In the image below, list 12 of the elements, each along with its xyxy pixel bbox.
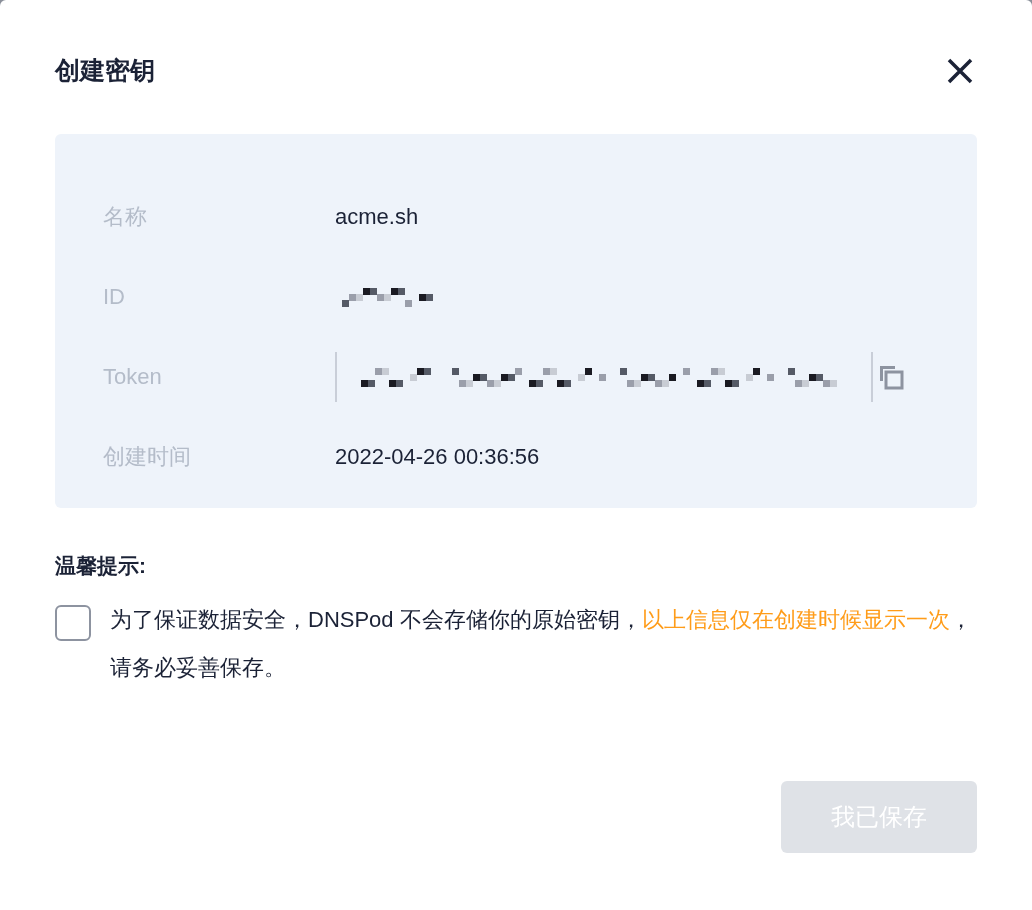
field-label: 创建时间 — [103, 443, 192, 471]
notice-text: 为了保证数据安全，DNSPod 不会存储你的原始密钥，以上信息仅在创建时候显示一次，请务必妥善保存。 — [110, 606, 973, 682]
field-value: 2022-04-26 00:36:56 — [335, 443, 540, 471]
field-label: 名称 — [103, 203, 148, 231]
notice-title: 温馨提示: — [55, 552, 147, 579]
checkbox[interactable] — [55, 605, 91, 641]
field-value: acme.sh — [335, 203, 419, 231]
close-icon[interactable] — [947, 57, 973, 84]
field-label: ID — [103, 283, 126, 311]
token-field[interactable] — [335, 351, 873, 402]
field-label: Token — [103, 363, 163, 391]
dialog-title: 创建密钥 — [55, 55, 155, 86]
